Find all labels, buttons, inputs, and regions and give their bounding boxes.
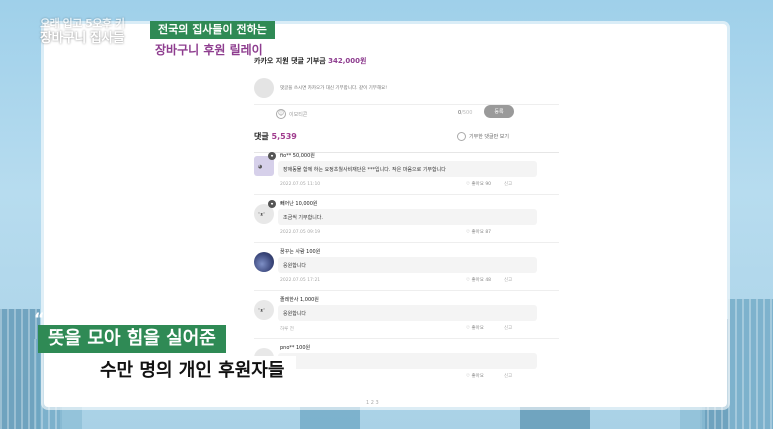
comment-author: 빼어난 10,000원 <box>280 201 318 207</box>
donation-summary: 카카오 지원 댓글 기부금 342,000원 <box>254 56 366 66</box>
comment-input[interactable] <box>280 76 555 100</box>
like-count: 좋아요 <box>471 374 484 379</box>
like-count: 좋아요 48 <box>471 278 492 283</box>
divider <box>254 104 559 105</box>
comment-date: 2022.07.05 17:21 <box>280 278 321 283</box>
comment-count-header: 댓글 5,539 <box>254 131 297 142</box>
like-count: 좋아요 <box>471 326 484 331</box>
donation-label: 카카오 지원 댓글 기부금 <box>254 57 326 65</box>
comment-author: pno** 100원 <box>280 345 311 351</box>
like-button[interactable]: ♡ 좋아요 90 <box>466 181 491 187</box>
logo-bottom-text: 장바구니 집사들 <box>40 31 125 46</box>
comment-bubble <box>278 353 537 369</box>
caption-line-2: 수만 명의 개인 후원자들 <box>88 356 297 386</box>
char-count-max: /500 <box>461 110 473 116</box>
donation-badge-icon: ♥ <box>268 152 276 160</box>
character-icon: ◕ <box>258 164 263 170</box>
comment-bubble: 응원합니다 <box>278 257 537 273</box>
checkbox-icon <box>457 132 466 141</box>
comment-label: 댓글 <box>254 132 269 141</box>
like-button[interactable]: ♡ 좋아요 <box>466 373 484 379</box>
pagination[interactable]: 1 2 3 <box>366 400 379 406</box>
divider <box>254 242 559 243</box>
avatar[interactable]: ᵔᴥᵔ <box>254 300 274 320</box>
report-link[interactable]: 신고 <box>504 373 512 379</box>
comment-text: 응원합니다 <box>283 263 307 269</box>
header-title: 장바구니 후원 릴레이 <box>155 43 263 57</box>
char-counter: 0/500 <box>458 110 472 116</box>
divider <box>254 290 559 291</box>
emoticon-button[interactable]: ☺ 이모티콘 <box>276 109 307 119</box>
comment-compose-box: ☺ 이모티콘 0/500 등록 <box>254 72 559 153</box>
comment-text: 응원합니다 <box>283 311 307 317</box>
donated-only-label: 기부한 댓글만 보기 <box>469 134 509 140</box>
comment-text: 장애동물 함께 하는 요정초월사비재단은 ***입니다. 작은 마음으로 기부합… <box>283 167 446 173</box>
program-logo: 오래 입고 5오후 키 장바구니 집사들 <box>40 16 125 46</box>
comment-author: 졸레한사 1,000원 <box>280 297 319 303</box>
comment-date: 2022.07.05 11:10 <box>280 182 321 187</box>
sleepy-face-icon: ᵔᴥᵔ <box>258 308 266 314</box>
header-tag: 전국의 집사들이 전하는 <box>150 21 275 39</box>
comment-section: 카카오 지원 댓글 기부금 342,000원 ☺ 이모티콘 0/500 등록 댓… <box>254 24 559 407</box>
avatar[interactable] <box>254 252 274 272</box>
like-count: 좋아요 87 <box>471 230 492 235</box>
like-button[interactable]: ♡ 좋아요 <box>466 325 484 331</box>
comment-date: 하루 전 <box>280 327 294 332</box>
caption-line-1: 뜻을 모아 힘을 실어준 <box>38 325 226 353</box>
comment-date: 2022.07.05 09:19 <box>280 230 321 235</box>
comment-author: fio** 50,000원 <box>280 153 315 159</box>
divider <box>254 338 559 339</box>
report-link[interactable]: 신고 <box>504 277 512 283</box>
comment-bubble: 조금씩 기부합니다. <box>278 209 537 225</box>
like-button[interactable]: ♡ 좋아요 48 <box>466 277 491 283</box>
sleepy-face-icon: ᵔᴥᵔ <box>258 212 266 218</box>
comment-count: 5,539 <box>271 132 297 141</box>
logo-top-text: 오래 입고 5오후 키 <box>40 17 125 30</box>
comment-bubble: 응원합니다 <box>278 305 537 321</box>
submit-button[interactable]: 등록 <box>484 105 514 118</box>
donation-amount: 342,000원 <box>328 57 367 65</box>
like-count: 좋아요 90 <box>471 182 492 187</box>
comment-text: 조금씩 기부합니다. <box>283 215 323 221</box>
comment-author: 꿈꾸는 사람 100원 <box>280 249 321 255</box>
comment-bubble: 장애동물 함께 하는 요정초월사비재단은 ***입니다. 작은 마음으로 기부합… <box>278 161 537 177</box>
emoticon-label: 이모티콘 <box>289 111 308 118</box>
avatar <box>254 78 274 98</box>
donated-only-toggle[interactable]: 기부한 댓글만 보기 <box>457 132 509 141</box>
like-button[interactable]: ♡ 좋아요 87 <box>466 229 491 235</box>
smile-icon: ☺ <box>276 109 286 119</box>
divider <box>254 194 559 195</box>
donation-badge-icon: ♥ <box>268 200 276 208</box>
report-link[interactable]: 신고 <box>504 325 512 331</box>
report-link[interactable]: 신고 <box>504 181 512 187</box>
